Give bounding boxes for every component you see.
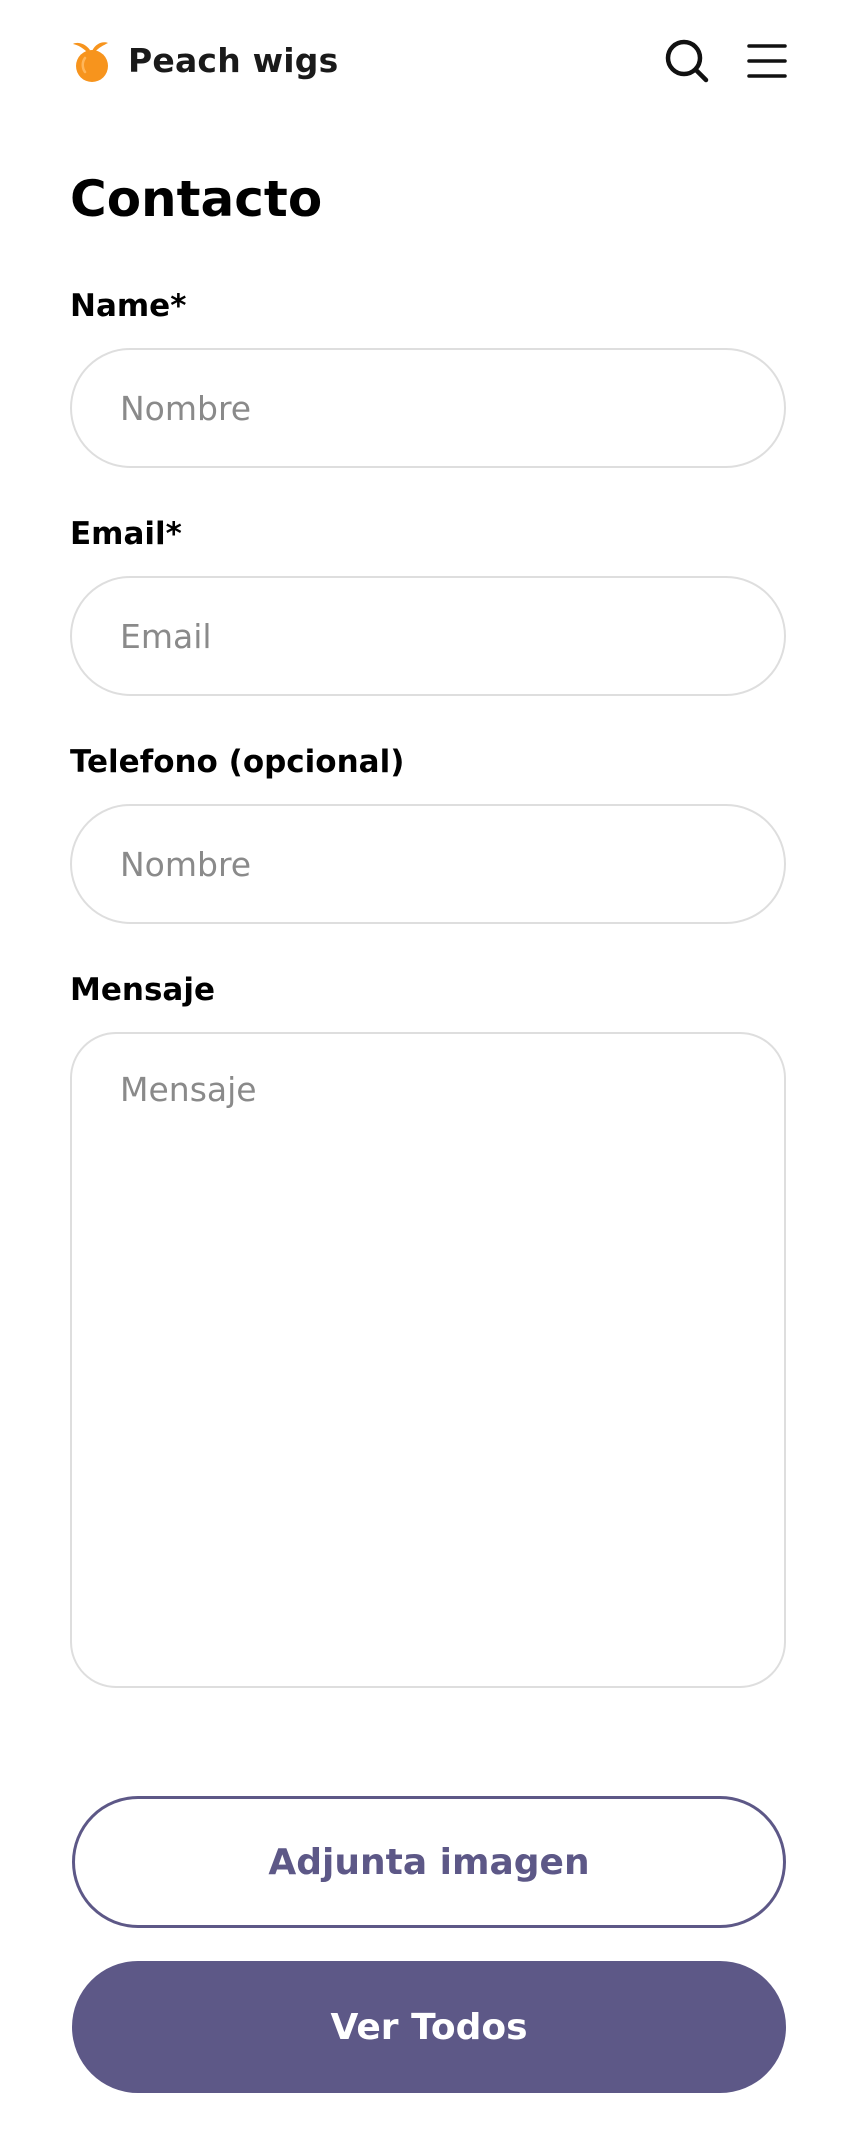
email-label: Email* (70, 516, 182, 552)
name-input[interactable] (70, 348, 786, 468)
site-header: Peach wigs (0, 0, 856, 122)
search-button[interactable] (664, 38, 710, 84)
hamburger-menu-icon (747, 44, 787, 78)
name-label: Name* (70, 288, 187, 324)
attach-image-button[interactable]: Adjunta imagen (72, 1796, 786, 1928)
brand-logo[interactable]: Peach wigs (70, 36, 338, 84)
search-icon (665, 39, 709, 83)
menu-button[interactable] (744, 38, 790, 84)
phone-label: Telefono (opcional) (70, 744, 405, 780)
submit-button[interactable]: Ver Todos (72, 1961, 786, 2093)
brand-name: Peach wigs (128, 40, 339, 80)
phone-input[interactable] (70, 804, 786, 924)
peach-icon (73, 42, 108, 82)
email-input[interactable] (70, 576, 786, 696)
message-label: Mensaje (70, 972, 215, 1008)
page-title: Contacto (70, 170, 323, 228)
message-textarea[interactable] (70, 1032, 786, 1688)
